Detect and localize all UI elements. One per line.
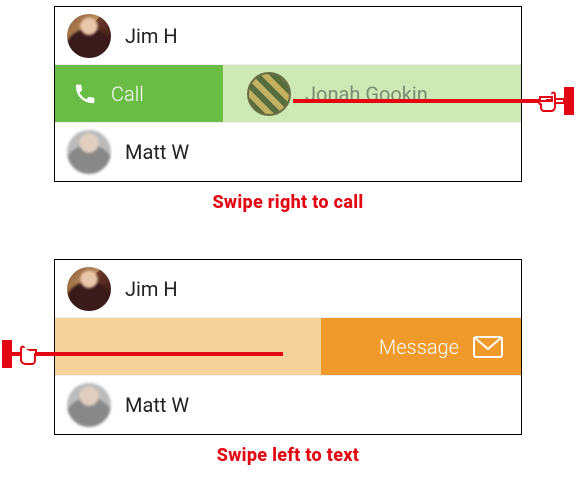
contact-name: Matt W — [125, 393, 189, 417]
message-action-panel[interactable]: Message — [321, 318, 521, 375]
contact-row[interactable]: Jim H — [55, 260, 521, 318]
swipe-gesture-line — [293, 99, 573, 103]
contact-name: Matt W — [125, 140, 189, 164]
contact-row[interactable]: Matt W — [55, 376, 521, 434]
contact-row[interactable]: Jim H — [55, 7, 521, 65]
avatar — [67, 383, 111, 427]
contact-list-card: Jim H Call Jonah Gookin Matt W — [54, 6, 522, 182]
envelope-icon — [473, 336, 503, 358]
pointing-hand-icon — [540, 87, 574, 115]
pointing-hand-icon — [2, 340, 36, 368]
contact-row-swiped[interactable]: in Message — [55, 318, 521, 376]
contact-list-card: Jim H in Message Matt W — [54, 259, 522, 435]
message-action-label: Message — [379, 335, 459, 359]
phone-icon — [73, 82, 97, 106]
contact-name: Jim H — [125, 277, 178, 301]
contact-row[interactable]: Matt W — [55, 123, 521, 181]
swiped-contact-remainder: in — [55, 318, 321, 375]
avatar — [67, 130, 111, 174]
call-action-panel[interactable]: Call — [55, 65, 223, 122]
swipe-gesture-line — [3, 352, 283, 356]
avatar — [67, 14, 111, 58]
avatar — [247, 72, 291, 116]
caption: Swipe left to text — [0, 445, 576, 466]
contact-row-swiped[interactable]: Call Jonah Gookin — [55, 65, 521, 123]
call-action-label: Call — [111, 82, 144, 106]
avatar — [67, 267, 111, 311]
caption: Swipe right to call — [0, 192, 576, 213]
contact-name: Jim H — [125, 24, 178, 48]
section-swipe-right: Jim H Call Jonah Gookin Matt W — [0, 6, 576, 213]
section-swipe-left: Jim H in Message Matt W — [0, 259, 576, 466]
swiped-contact-remainder: Jonah Gookin — [223, 65, 521, 122]
